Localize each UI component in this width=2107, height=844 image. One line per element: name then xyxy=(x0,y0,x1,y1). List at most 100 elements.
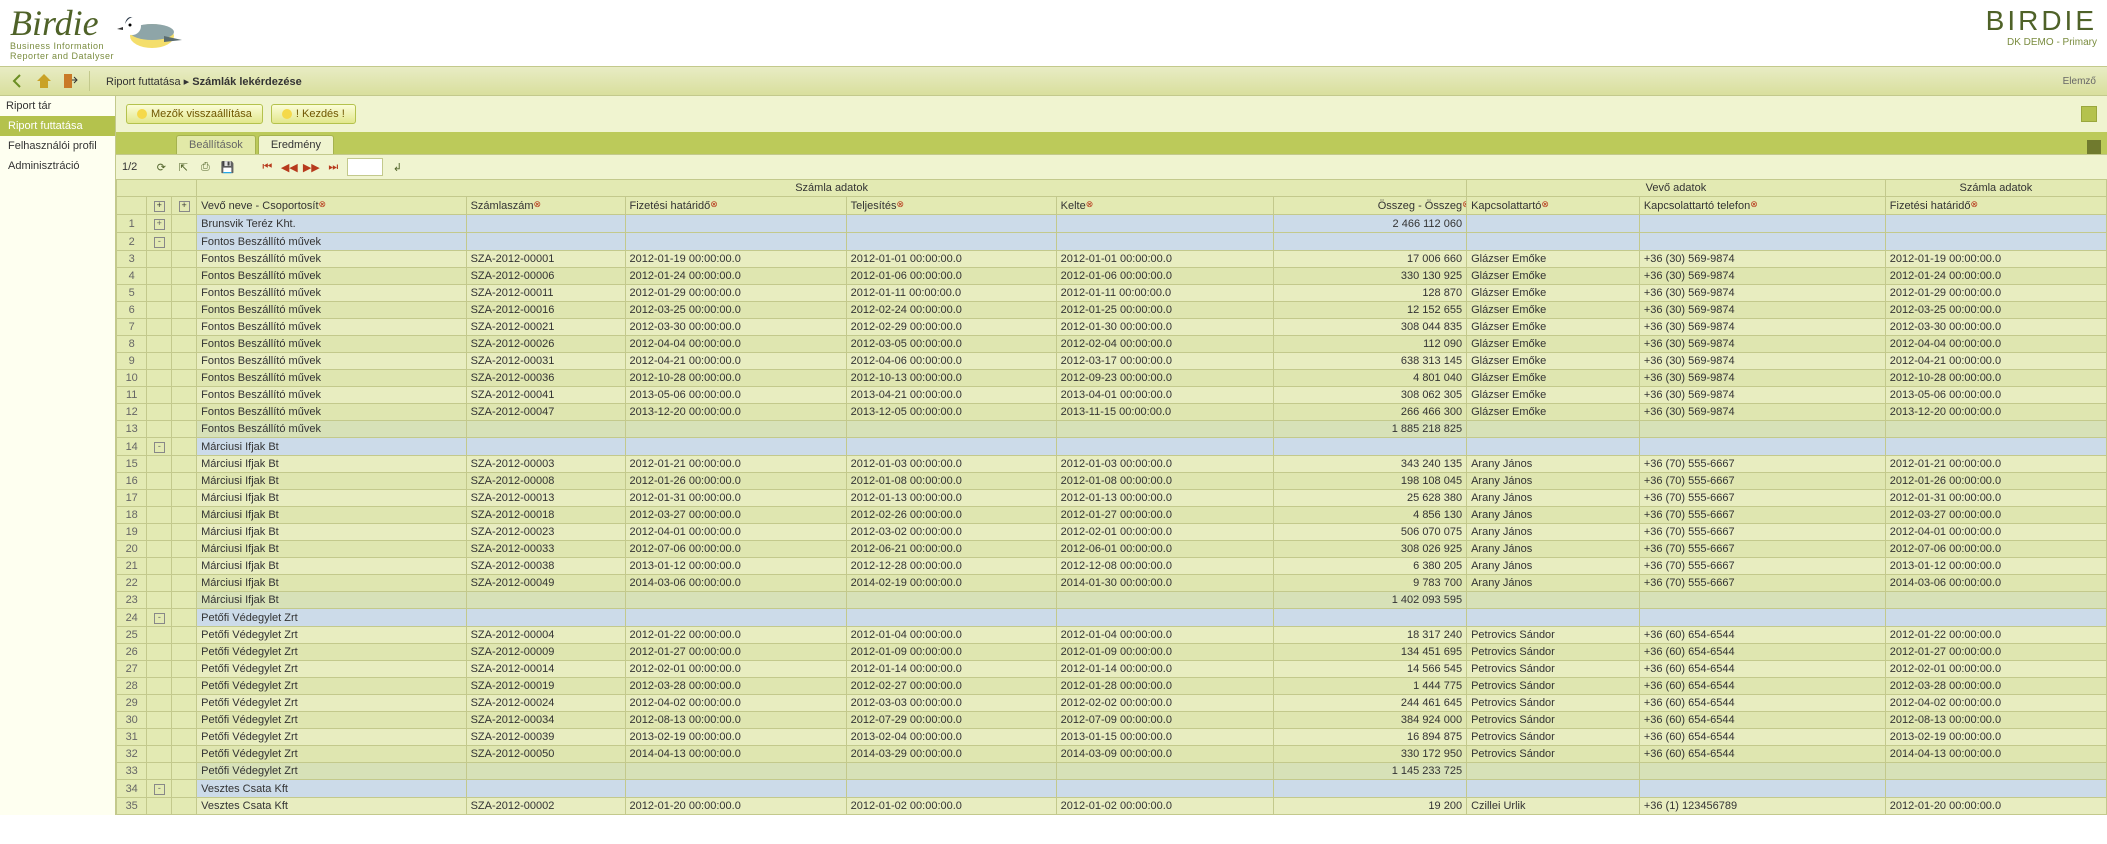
tab-result[interactable]: Eredmény xyxy=(258,135,334,154)
collapse-all-button[interactable] xyxy=(2081,106,2097,122)
print-icon[interactable]: ⎙ xyxy=(197,159,213,175)
table-row[interactable]: 34-Vesztes Csata Kft xyxy=(117,780,2107,798)
table-row[interactable]: 21Márciusi Ifjak BtSZA-2012-000382013-01… xyxy=(117,558,2107,575)
expand-toggle[interactable]: - xyxy=(147,233,172,251)
start-button[interactable]: ! Kezdés ! xyxy=(271,104,356,124)
cell-due: 2012-01-27 00:00:00.0 xyxy=(625,644,846,661)
prev-page-icon[interactable]: ◀◀ xyxy=(281,159,297,175)
cell-sum: 244 461 645 xyxy=(1273,695,1466,712)
cell-due: 2013-01-12 00:00:00.0 xyxy=(625,558,846,575)
sidebar-title[interactable]: Riport tár xyxy=(0,96,115,116)
cell-sum: 4 856 130 xyxy=(1273,507,1466,524)
exit-icon[interactable] xyxy=(61,72,79,90)
table-row[interactable]: 35Vesztes Csata KftSZA-2012-000022012-01… xyxy=(117,798,2107,815)
table-row[interactable]: 26Petőfi Védegylet ZrtSZA-2012-000092012… xyxy=(117,644,2107,661)
cell-issued: 2012-12-08 00:00:00.0 xyxy=(1056,558,1273,575)
cell-due2: 2013-05-06 00:00:00.0 xyxy=(1885,387,2106,404)
cell-invoice: SZA-2012-00002 xyxy=(466,798,625,815)
table-row[interactable]: 24-Petőfi Védegylet Zrt xyxy=(117,609,2107,627)
col-due-date[interactable]: Fizetési határidő ⊗ xyxy=(625,197,846,215)
home-icon[interactable] xyxy=(35,72,53,90)
expand-toggle[interactable]: - xyxy=(147,438,172,456)
sidebar-item-admin[interactable]: Adminisztráció xyxy=(0,156,115,176)
cell-contact: Petrovics Sándor xyxy=(1467,695,1640,712)
tab-settings[interactable]: Beállítások xyxy=(176,135,256,154)
col-issued[interactable]: Kelte ⊗ xyxy=(1056,197,1273,215)
table-row[interactable]: 15Márciusi Ifjak BtSZA-2012-000032012-01… xyxy=(117,456,2107,473)
table-row[interactable]: 8Fontos Beszállító művekSZA-2012-0002620… xyxy=(117,336,2107,353)
expand-toggle[interactable]: - xyxy=(147,609,172,627)
table-row[interactable]: 28Petőfi Védegylet ZrtSZA-2012-000192012… xyxy=(117,678,2107,695)
back-icon[interactable] xyxy=(9,72,27,90)
sidebar-item-run-report[interactable]: Riport futtatása xyxy=(0,116,115,136)
cell-invoice: SZA-2012-00008 xyxy=(466,473,625,490)
expand-toggle[interactable]: - xyxy=(147,780,172,798)
cell-issued: 2012-01-08 00:00:00.0 xyxy=(1056,473,1273,490)
first-page-icon[interactable]: ⏮ xyxy=(259,159,275,175)
cell-fulfillment: 2012-03-05 00:00:00.0 xyxy=(846,336,1056,353)
expand-all-level1-icon[interactable]: + xyxy=(147,197,172,215)
cell-due2: 2012-02-01 00:00:00.0 xyxy=(1885,661,2106,678)
refresh-icon[interactable]: ⟳ xyxy=(153,159,169,175)
cell-issued: 2012-01-25 00:00:00.0 xyxy=(1056,302,1273,319)
table-row[interactable]: 18Márciusi Ifjak BtSZA-2012-000182012-03… xyxy=(117,507,2107,524)
col-contact[interactable]: Kapcsolattartó ⊗ xyxy=(1467,197,1640,215)
table-row[interactable]: 11Fontos Beszállító művekSZA-2012-000412… xyxy=(117,387,2107,404)
table-row[interactable]: 30Petőfi Védegylet ZrtSZA-2012-000342012… xyxy=(117,712,2107,729)
table-row[interactable]: 20Márciusi Ifjak BtSZA-2012-000332012-07… xyxy=(117,541,2107,558)
expand-toggle[interactable]: + xyxy=(147,215,172,233)
goto-page-icon[interactable]: ↲ xyxy=(389,159,405,175)
table-row[interactable]: 22Márciusi Ifjak BtSZA-2012-000492014-03… xyxy=(117,575,2107,592)
cell-contact: Arany János xyxy=(1467,490,1640,507)
table-row[interactable]: 31Petőfi Védegylet ZrtSZA-2012-000392013… xyxy=(117,729,2107,746)
table-row[interactable]: 29Petőfi Védegylet ZrtSZA-2012-000242012… xyxy=(117,695,2107,712)
next-page-icon[interactable]: ▶▶ xyxy=(303,159,319,175)
table-row[interactable]: 13Fontos Beszállító művek1 885 218 825 xyxy=(117,421,2107,438)
last-page-icon[interactable]: ⏭ xyxy=(325,159,341,175)
col-customer-name[interactable]: Vevő neve - Csoportosít ⊗ xyxy=(197,197,466,215)
table-row[interactable]: 33Petőfi Védegylet Zrt1 145 233 725 xyxy=(117,763,2107,780)
logo-sub1: Business Information xyxy=(10,41,114,51)
table-row[interactable]: 16Márciusi Ifjak BtSZA-2012-000082012-01… xyxy=(117,473,2107,490)
tab-strip: Beállítások Eredmény xyxy=(116,132,2107,154)
col-amount[interactable]: Összeg - Összeg ⊗ xyxy=(1273,197,1466,215)
table-row[interactable]: 14-Márciusi Ifjak Bt xyxy=(117,438,2107,456)
col-due-date2[interactable]: Fizetési határidő ⊗ xyxy=(1885,197,2106,215)
table-row[interactable]: 23Márciusi Ifjak Bt1 402 093 595 xyxy=(117,592,2107,609)
table-row[interactable]: 9Fontos Beszállító művekSZA-2012-0003120… xyxy=(117,353,2107,370)
export-icon[interactable]: ⇱ xyxy=(175,159,191,175)
table-row[interactable]: 3Fontos Beszállító művekSZA-2012-0000120… xyxy=(117,251,2107,268)
table-row[interactable]: 1+Brunsvik Teréz Kht.2 466 112 060 xyxy=(117,215,2107,233)
breadcrumb-part1[interactable]: Riport futtatása xyxy=(106,76,181,88)
sidebar-item-user-profile[interactable]: Felhasználói profil xyxy=(0,136,115,156)
cell-invoice: SZA-2012-00050 xyxy=(466,746,625,763)
table-row[interactable]: 4Fontos Beszállító művekSZA-2012-0000620… xyxy=(117,268,2107,285)
cell-phone: +36 (70) 555-6667 xyxy=(1639,473,1885,490)
expand-all-level2-icon[interactable]: + xyxy=(172,197,197,215)
table-row[interactable]: 32Petőfi Védegylet ZrtSZA-2012-000502014… xyxy=(117,746,2107,763)
table-row[interactable]: 25Petőfi Védegylet ZrtSZA-2012-000042012… xyxy=(117,627,2107,644)
table-row[interactable]: 27Petőfi Védegylet ZrtSZA-2012-000142012… xyxy=(117,661,2107,678)
collapse-panel-button[interactable] xyxy=(2087,140,2101,154)
cell-due2: 2012-04-01 00:00:00.0 xyxy=(1885,524,2106,541)
table-row[interactable]: 12Fontos Beszállító művekSZA-2012-000472… xyxy=(117,404,2107,421)
col-invoice-number[interactable]: Számlaszám ⊗ xyxy=(466,197,625,215)
logo-area: Birdie Business Information Reporter and… xyxy=(10,5,184,61)
page-input[interactable] xyxy=(347,158,383,176)
save-icon[interactable]: 💾 xyxy=(219,159,235,175)
cell-phone: +36 (70) 555-6667 xyxy=(1639,575,1885,592)
cell-phone: +36 (70) 555-6667 xyxy=(1639,507,1885,524)
table-row[interactable]: 17Márciusi Ifjak BtSZA-2012-000132012-01… xyxy=(117,490,2107,507)
grid-wrapper[interactable]: Számla adatok Vevő adatok Számla adatok … xyxy=(116,179,2107,815)
table-row[interactable]: 10Fontos Beszállító művekSZA-2012-000362… xyxy=(117,370,2107,387)
table-row[interactable]: 5Fontos Beszállító művekSZA-2012-0001120… xyxy=(117,285,2107,302)
table-row[interactable]: 6Fontos Beszállító művekSZA-2012-0001620… xyxy=(117,302,2107,319)
col-contact-phone[interactable]: Kapcsolattartó telefon ⊗ xyxy=(1639,197,1885,215)
col-fulfillment[interactable]: Teljesítés ⊗ xyxy=(846,197,1056,215)
table-row[interactable]: 2-Fontos Beszállító művek xyxy=(117,233,2107,251)
reset-fields-button[interactable]: Mezők visszaállítása xyxy=(126,104,263,124)
table-row[interactable]: 7Fontos Beszállító művekSZA-2012-0002120… xyxy=(117,319,2107,336)
table-row[interactable]: 19Márciusi Ifjak BtSZA-2012-000232012-04… xyxy=(117,524,2107,541)
cell-fulfillment: 2012-01-03 00:00:00.0 xyxy=(846,456,1056,473)
row-number: 30 xyxy=(117,712,147,729)
